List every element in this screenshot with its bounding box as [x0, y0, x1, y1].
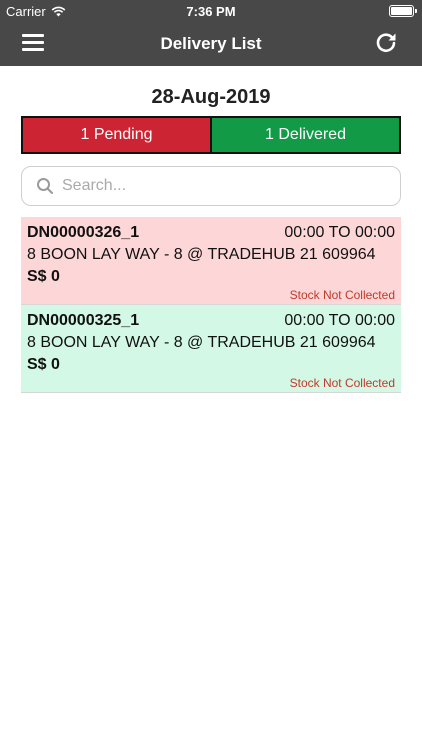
delivery-time-slot: 00:00 TO 00:00 — [284, 312, 395, 329]
status-filter-segment: 1 Pending 1 Delivered — [21, 116, 401, 154]
delivery-list: DN00000326_1 00:00 TO 00:00 8 BOON LAY W… — [21, 217, 401, 393]
delivery-number: DN00000325_1 — [27, 312, 140, 329]
delivered-tab[interactable]: 1 Delivered — [212, 118, 399, 152]
delivery-item[interactable]: DN00000325_1 00:00 TO 00:00 8 BOON LAY W… — [21, 305, 401, 393]
stock-status: Stock Not Collected — [289, 376, 395, 390]
search-input[interactable] — [62, 177, 382, 195]
search-icon — [37, 178, 53, 194]
delivery-amount: S$ 0 — [27, 268, 60, 285]
clock-time: 7:36 PM — [186, 4, 236, 19]
delivery-number: DN00000326_1 — [27, 224, 140, 241]
stock-status: Stock Not Collected — [289, 288, 395, 302]
page-title: Delivery List — [160, 34, 262, 53]
delivery-amount: S$ 0 — [27, 356, 60, 373]
pending-tab[interactable]: 1 Pending — [23, 118, 212, 152]
delivery-time-slot: 00:00 TO 00:00 — [284, 224, 395, 241]
delivery-address: 8 BOON LAY WAY - 8 @ TRADEHUB 21 609964 — [27, 334, 376, 351]
search-bar — [21, 166, 401, 206]
refresh-icon — [376, 33, 396, 52]
status-bar: Carrier 7:36 PM — [0, 0, 422, 22]
delivery-address: 8 BOON LAY WAY - 8 @ TRADEHUB 21 609964 — [27, 246, 376, 263]
delivery-date: 28-Aug-2019 — [151, 86, 271, 108]
navigation-bar: Delivery List — [0, 22, 422, 66]
delivery-item[interactable]: DN00000326_1 00:00 TO 00:00 8 BOON LAY W… — [21, 217, 401, 305]
battery-icon — [389, 5, 417, 17]
refresh-button[interactable] — [374, 31, 398, 55]
